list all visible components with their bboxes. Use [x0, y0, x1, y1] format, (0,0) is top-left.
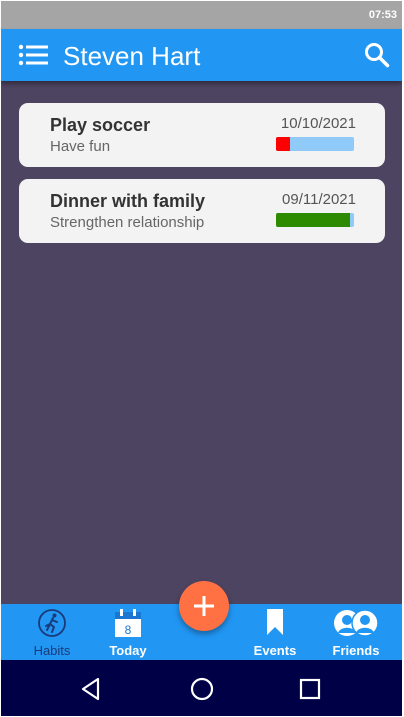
nav-label-habits: Habits [33, 643, 71, 658]
nav-item-friends[interactable]: Friends [316, 604, 396, 660]
home-circle-icon[interactable] [189, 676, 215, 702]
nav-label-events: Events [253, 643, 297, 658]
back-triangle-icon[interactable] [78, 676, 104, 702]
status-time: 07:53 [368, 9, 397, 21]
calendar-icon: 8 [115, 609, 141, 637]
event-progress-fill [276, 137, 291, 151]
nav-label-friends: Friends [332, 643, 380, 658]
app-bar: Steven Hart [1, 29, 402, 81]
event-date: 10/10/2021 [280, 115, 356, 132]
event-progress-bar [276, 213, 354, 227]
app-screen: 07:53 Steven Hart Play soccer Have fun 1… [1, 1, 402, 716]
nav-item-today[interactable]: 8 Today [88, 604, 168, 660]
event-title: Play soccer [50, 115, 151, 135]
event-title: Dinner with family [50, 191, 206, 211]
nav-label-today: Today [109, 643, 147, 658]
runner-icon [38, 609, 66, 637]
add-event-button[interactable] [179, 581, 229, 631]
calendar-day-number: 8 [125, 623, 132, 637]
event-subtitle: Strengthen relationship [50, 214, 205, 231]
event-card[interactable]: Dinner with family Strengthen relationsh… [19, 179, 385, 243]
event-subtitle: Have fun [50, 138, 111, 155]
hamburger-menu-icon[interactable] [18, 44, 48, 66]
bookmark-icon [267, 609, 283, 635]
nav-item-events[interactable]: Events [235, 604, 315, 660]
recents-square-icon[interactable] [297, 676, 323, 702]
event-card[interactable]: Play soccer Have fun 10/10/2021 [19, 103, 385, 167]
event-progress-bar [276, 137, 354, 151]
event-progress-fill [276, 213, 351, 227]
app-title: Steven Hart [63, 41, 201, 71]
nav-item-habits[interactable]: Habits [12, 604, 92, 660]
system-navigation-bar [1, 660, 402, 716]
event-date: 09/11/2021 [282, 191, 356, 208]
friends-icon [334, 609, 379, 637]
status-bar: 07:53 [1, 1, 402, 29]
search-icon[interactable] [364, 42, 390, 68]
plus-icon [194, 596, 214, 616]
